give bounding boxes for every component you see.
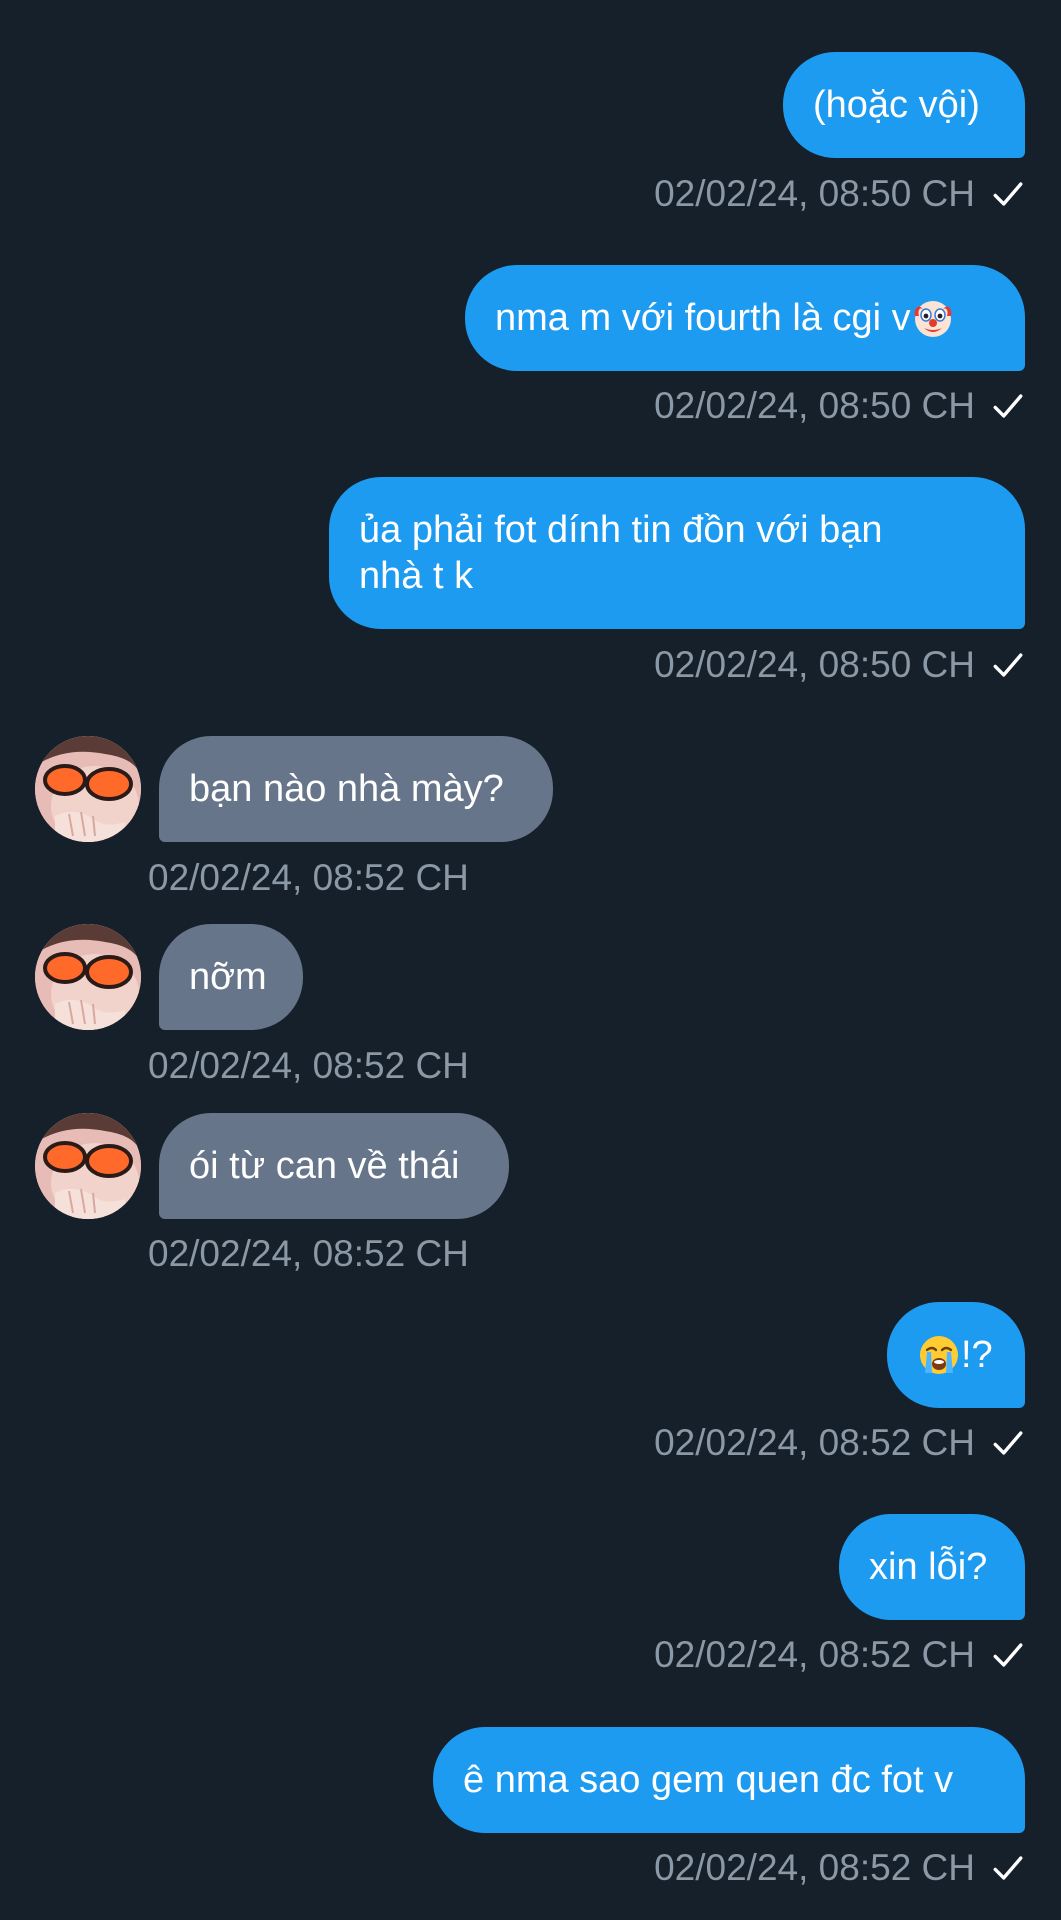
- message-timestamp: 02/02/24, 08:52 CH: [148, 1233, 469, 1274]
- check-icon: [993, 653, 1023, 677]
- check-icon: [993, 1643, 1023, 1667]
- sunglasses-avatar[interactable]: [35, 1113, 141, 1219]
- message-text: xin lỗi?: [869, 1546, 988, 1588]
- message-timestamp: 02/02/24, 08:52 CH: [148, 1045, 469, 1086]
- loudly-crying-face-emoji: [920, 1336, 958, 1374]
- message-timestamp: 02/02/24, 08:52 CH: [654, 1422, 975, 1463]
- message-text: nỡm: [189, 956, 267, 998]
- sent-message-bubble[interactable]: xin lỗi?: [839, 1514, 1025, 1620]
- avatar-image: [35, 736, 141, 842]
- message-meta: 02/02/24, 08:52 CH: [654, 1421, 1025, 1465]
- message-meta: 02/02/24, 08:52 CH: [654, 1633, 1025, 1677]
- check-icon: [993, 394, 1023, 418]
- sent-message-bubble[interactable]: nma m với fourth là cgi v: [465, 265, 1025, 371]
- message-timestamp: 02/02/24, 08:52 CH: [654, 1634, 975, 1675]
- sent-message-bubble[interactable]: ủa phải fot dính tin đồn với bạn nhà t k: [329, 477, 1025, 629]
- sent-message-bubble[interactable]: (hoặc vội): [783, 52, 1025, 158]
- message-text: (hoặc vội): [813, 84, 980, 126]
- message-text: ói từ can về thái: [189, 1145, 460, 1187]
- message-meta: 02/02/24, 08:50 CH: [654, 384, 1025, 428]
- received-message-bubble[interactable]: nỡm: [159, 924, 303, 1030]
- message-timestamp: 02/02/24, 08:50 CH: [654, 644, 975, 685]
- message-timestamp: 02/02/24, 08:52 CH: [148, 857, 469, 898]
- sent-message-bubble[interactable]: ê nma sao gem quen đc fot v: [433, 1727, 1025, 1833]
- sent-message-bubble[interactable]: !?: [887, 1302, 1025, 1408]
- message-text: nma m với fourth là cgi v: [495, 297, 911, 339]
- sunglasses-avatar[interactable]: [35, 736, 141, 842]
- check-icon: [993, 1856, 1023, 1880]
- message-text: bạn nào nhà mày?: [189, 768, 504, 810]
- message-meta: 02/02/24, 08:50 CH: [654, 643, 1025, 687]
- clown-face-emoji: [914, 301, 951, 337]
- check-icon: [993, 1431, 1023, 1455]
- check-icon: [993, 182, 1023, 206]
- message-meta: 02/02/24, 08:50 CH: [654, 172, 1025, 216]
- avatar-image: [35, 1113, 141, 1219]
- message-timestamp: 02/02/24, 08:50 CH: [654, 173, 975, 214]
- received-message-bubble[interactable]: ói từ can về thái: [159, 1113, 509, 1219]
- message-thread[interactable]: (hoặc vội) 02/02/24, 08:50 CH nma m với …: [0, 0, 1061, 1920]
- message-timestamp: 02/02/24, 08:50 CH: [654, 385, 975, 426]
- avatar-image: [35, 924, 141, 1030]
- sunglasses-avatar[interactable]: [35, 924, 141, 1030]
- received-message-bubble[interactable]: bạn nào nhà mày?: [159, 736, 553, 842]
- message-timestamp: 02/02/24, 08:52 CH: [654, 1847, 975, 1888]
- message-text: ê nma sao gem quen đc fot v: [463, 1759, 954, 1801]
- message-text: !?: [961, 1334, 993, 1376]
- message-text: ủa phải fot dính tin đồn với bạn nhà t k: [359, 509, 894, 597]
- message-meta: 02/02/24, 08:52 CH: [654, 1846, 1025, 1890]
